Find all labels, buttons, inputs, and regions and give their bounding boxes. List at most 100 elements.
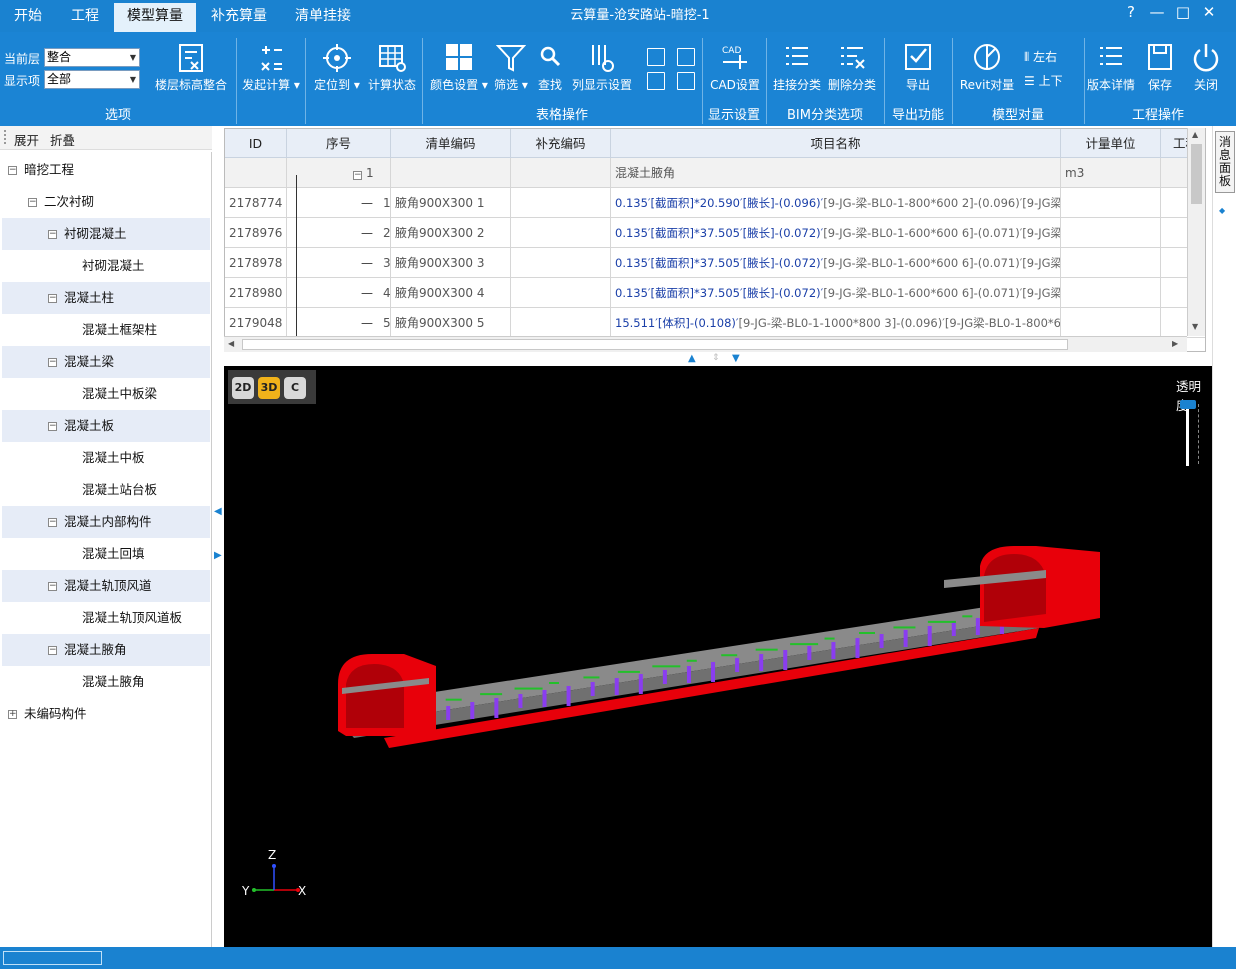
export-button[interactable]: 导出: [896, 42, 940, 104]
tab-supplement-quantity[interactable]: 补充算量: [198, 0, 280, 32]
scroll-down-icon[interactable]: ▼: [1192, 322, 1198, 331]
calculator-icon: [261, 46, 282, 71]
expand-right-icon[interactable]: ▶: [214, 550, 222, 561]
grid-view-splitter[interactable]: ▲ ⇕ ▼: [224, 352, 1212, 366]
tree-node-label: 混凝土板: [64, 418, 115, 433]
code-cell: 腋角900X300 2: [391, 218, 511, 248]
model-member: [755, 648, 778, 651]
tunnel-model[interactable]: [224, 366, 1212, 947]
tree-node[interactable]: − 衬砌混凝土: [2, 218, 210, 250]
tree-node[interactable]: 混凝土中板: [2, 442, 210, 474]
tab-project[interactable]: 工程: [56, 0, 114, 32]
collapse-toggle-icon[interactable]: −: [353, 171, 362, 180]
collapse-toggle-icon[interactable]: −: [28, 198, 37, 207]
collapse-button[interactable]: 折叠: [50, 130, 75, 149]
tab-model-quantity[interactable]: 模型算量: [114, 3, 196, 32]
minimize-button[interactable]: —: [1144, 0, 1170, 26]
close-project-button[interactable]: 关闭: [1188, 42, 1224, 104]
expand-button[interactable]: 展开: [14, 130, 39, 149]
collapse-toggle-icon[interactable]: −: [48, 422, 57, 431]
collapse-toggle-icon[interactable]: −: [48, 646, 57, 655]
collapse-toggle-icon[interactable]: −: [48, 582, 57, 591]
model-column: [470, 702, 475, 719]
grid-vertical-scrollbar[interactable]: ▲ ▼: [1187, 128, 1205, 336]
indent-icon[interactable]: [677, 48, 695, 66]
message-panel-tab[interactable]: 消息面板: [1215, 131, 1235, 193]
outdent-icon[interactable]: [677, 72, 695, 90]
tree-node[interactable]: + 未编码构件: [2, 698, 210, 730]
collapse-toggle-icon[interactable]: −: [8, 166, 17, 175]
scroll-thumb[interactable]: [1191, 144, 1202, 204]
panel-splitter[interactable]: ◀ ▶: [212, 126, 224, 947]
collapse-right-icon[interactable]: ◆: [1219, 206, 1225, 215]
tree-node[interactable]: − 混凝土轨顶风道: [2, 570, 210, 602]
current-floor-select[interactable]: 整合 ▼: [44, 48, 140, 67]
locate-button[interactable]: 定位到 ▾: [312, 42, 362, 104]
tree-node[interactable]: − 混凝土柱: [2, 282, 210, 314]
column-header[interactable]: 清单编码: [391, 129, 511, 158]
grid-horizontal-scrollbar[interactable]: ◀ ▶: [224, 336, 1187, 352]
hscroll-thumb[interactable]: [242, 339, 1068, 350]
expression-tail: [9-JG-梁-BL0-1-800*600 2]-(0.096)′[9-JG梁: [823, 196, 1061, 210]
save-button[interactable]: 保存: [1142, 42, 1178, 104]
collapse-up-icon[interactable]: ▲: [688, 353, 696, 364]
help-icon[interactable]: ?: [1118, 0, 1144, 26]
code-cell: 腋角900X300 4: [391, 278, 511, 308]
filter-button[interactable]: 筛选 ▾: [492, 42, 530, 104]
tab-start[interactable]: 开始: [0, 0, 56, 32]
column-header[interactable]: ID: [225, 129, 287, 158]
column-header[interactable]: 项目名称: [611, 129, 1061, 158]
collapse-toggle-icon[interactable]: −: [48, 518, 57, 527]
tree-node[interactable]: 混凝土框架柱: [2, 314, 210, 346]
tree-node[interactable]: − 暗挖工程: [2, 154, 210, 186]
collapse-toggle-icon[interactable]: −: [48, 358, 57, 367]
close-window-button[interactable]: ✕: [1196, 0, 1222, 26]
crosshair-icon: [323, 44, 351, 72]
up-down-button[interactable]: ☰ 上下: [1024, 72, 1074, 92]
tree-node[interactable]: 衬砌混凝土: [2, 250, 210, 282]
tree-node[interactable]: − 混凝土梁: [2, 346, 210, 378]
tree-node[interactable]: − 二次衬砌: [2, 186, 210, 218]
scroll-left-icon[interactable]: ◀: [228, 339, 234, 348]
tab-list-attach[interactable]: 清单挂接: [282, 0, 364, 32]
find-button[interactable]: 查找: [536, 42, 564, 104]
tree-node[interactable]: 混凝土腋角: [2, 666, 210, 698]
tree-node[interactable]: 混凝土站台板: [2, 474, 210, 506]
expand-toggle-icon[interactable]: +: [8, 710, 17, 719]
collapse-left-icon[interactable]: ◀: [214, 506, 222, 517]
maximize-button[interactable]: □: [1170, 0, 1196, 26]
tree-node[interactable]: − 混凝土腋角: [2, 634, 210, 666]
scroll-up-icon[interactable]: ▲: [1192, 130, 1198, 139]
model-3d-view[interactable]: 2D 3D C 透明度 Z Y X: [224, 366, 1212, 947]
revit-compare-button[interactable]: Revit对量: [958, 42, 1016, 104]
column-header[interactable]: 计量单位: [1061, 129, 1161, 158]
column-header[interactable]: 补充编码: [511, 129, 611, 158]
attach-class-button[interactable]: 挂接分类: [770, 42, 824, 104]
floor-merge-button[interactable]: 楼层标高整合: [152, 42, 230, 104]
scroll-right-icon[interactable]: ▶: [1172, 339, 1178, 348]
column-header[interactable]: 序号: [287, 129, 391, 158]
model-column: [759, 654, 764, 671]
version-detail-button[interactable]: 版本详情: [1084, 42, 1138, 104]
collapse-toggle-icon[interactable]: −: [48, 294, 57, 303]
tree-node[interactable]: − 混凝土板: [2, 410, 210, 442]
tree-node[interactable]: 混凝土中板梁: [2, 378, 210, 410]
tree-node[interactable]: − 混凝土内部构件: [2, 506, 210, 538]
color-setting-button[interactable]: 颜色设置 ▾: [428, 42, 490, 104]
tree-node[interactable]: 混凝土轨顶风道板: [2, 602, 210, 634]
left-right-button[interactable]: ⦀ 左右: [1024, 48, 1074, 68]
collapse-toggle-icon[interactable]: −: [48, 230, 57, 239]
calc-button[interactable]: 发起计算 ▾: [240, 42, 302, 104]
delete-class-button[interactable]: 删除分类: [826, 42, 878, 104]
cad-setting-button[interactable]: CAD CAD设置: [706, 42, 764, 104]
collapse-down-icon[interactable]: ▼: [732, 353, 740, 364]
copy-icon[interactable]: [647, 72, 665, 90]
calc-status-button[interactable]: 计算状态: [366, 42, 418, 104]
color-grid-icon: [446, 44, 472, 70]
display-select[interactable]: 全部 ▼: [44, 70, 140, 89]
drag-handle-icon[interactable]: ⇕: [712, 353, 720, 363]
check-list-icon[interactable]: [647, 48, 665, 66]
column-setting-button[interactable]: 列显示设置: [570, 42, 634, 104]
calc-label: 发起计算: [242, 78, 291, 92]
tree-node[interactable]: 混凝土回填: [2, 538, 210, 570]
